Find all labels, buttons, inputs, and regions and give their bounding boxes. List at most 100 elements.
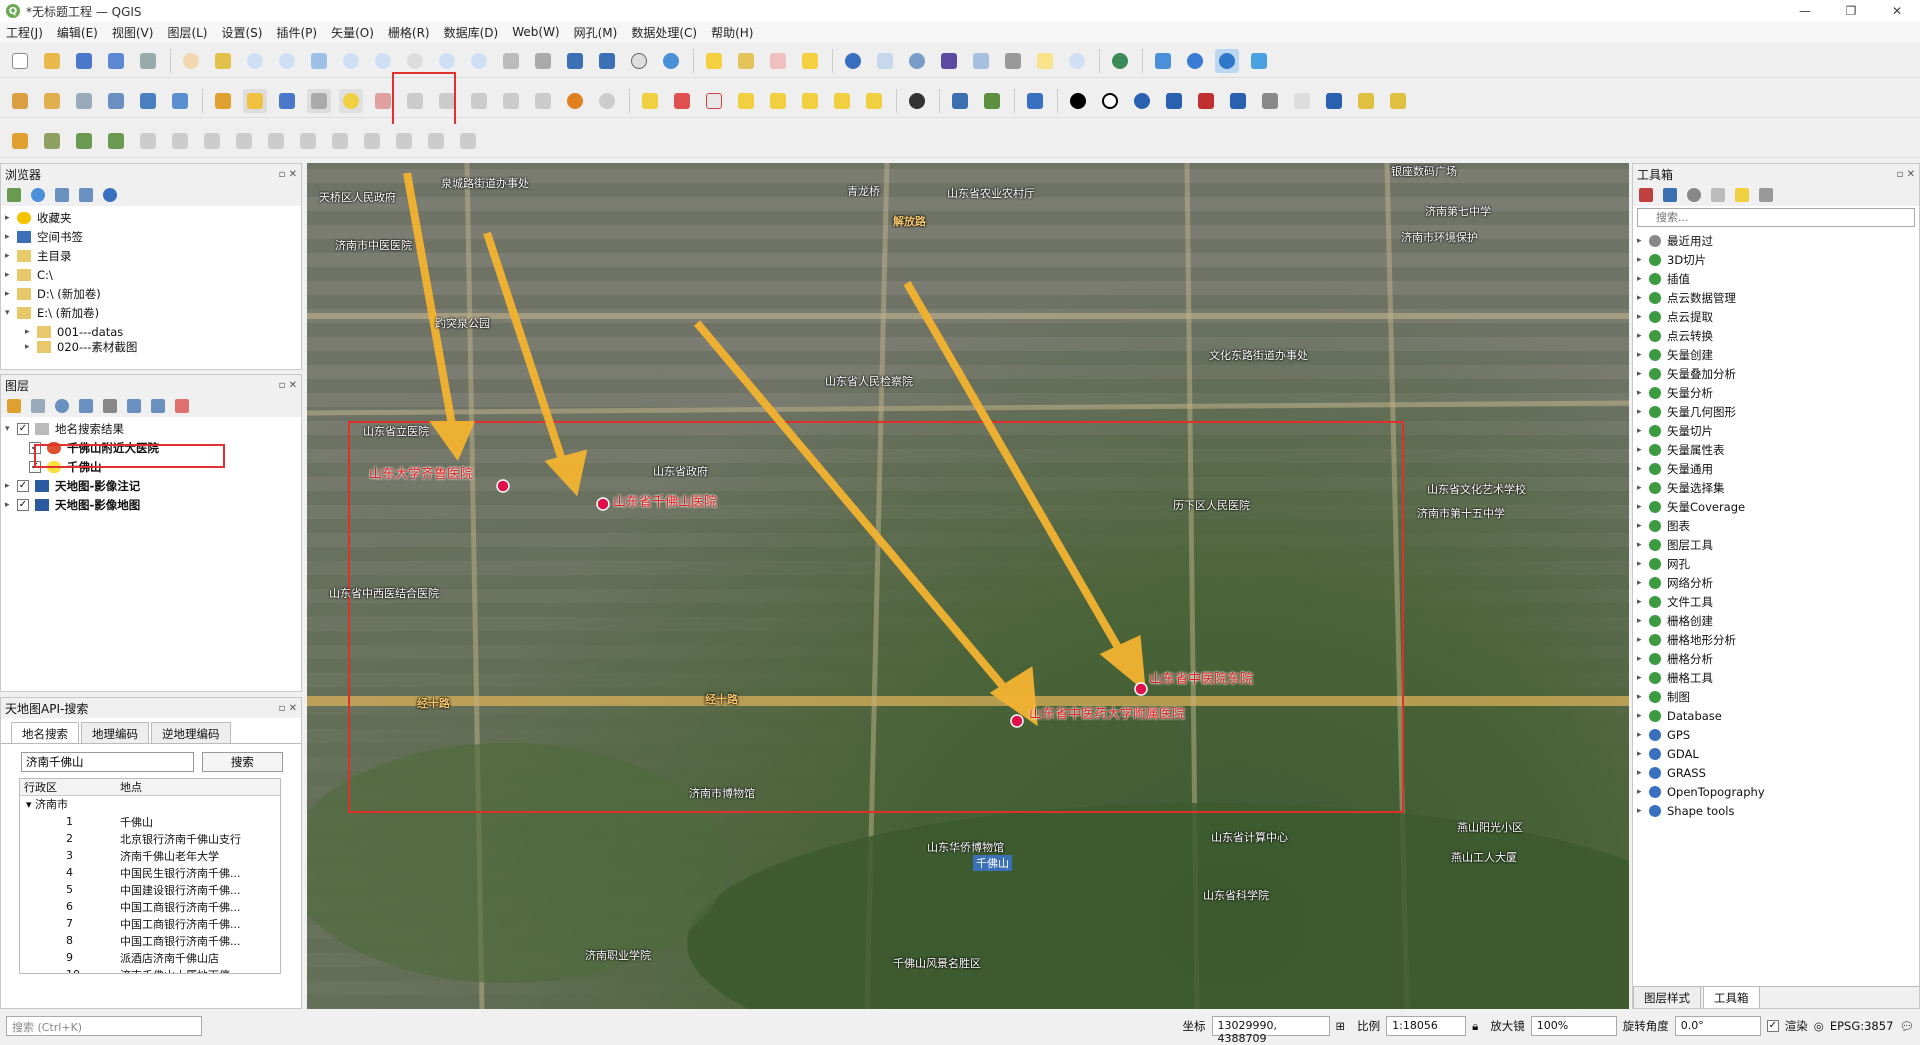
zoom-selection-icon[interactable] [339, 49, 363, 73]
expand-arrow-icon[interactable]: ▸ [1637, 711, 1649, 721]
edit-pencil-icon[interactable] [211, 89, 235, 113]
table-row[interactable]: 10济南千佛山大厦地下停... [20, 966, 280, 973]
table-row[interactable]: 6 中国工商银行济南千佛... [20, 898, 280, 915]
new-map-view-icon[interactable] [499, 49, 523, 73]
label-change-icon[interactable] [862, 89, 886, 113]
menu-settings[interactable]: 设置(S) [222, 24, 263, 41]
processing-toolbox-icon[interactable] [905, 49, 929, 73]
toolbox-item[interactable]: ▸ 矢量Coverage [1637, 497, 1915, 516]
black-circle-icon[interactable] [1066, 89, 1090, 113]
transform-icon[interactable] [456, 129, 480, 153]
toolbox-item[interactable]: ▸ 制图 [1637, 687, 1915, 706]
path-tool-icon[interactable] [1226, 89, 1250, 113]
add-line-icon[interactable] [307, 88, 331, 113]
menu-edit[interactable]: 编辑(E) [57, 24, 98, 41]
add-vector-icon[interactable] [168, 89, 192, 113]
toolbox-item[interactable]: ▸ 矢量选择集 [1637, 478, 1915, 497]
minimize-button[interactable]: — [1782, 0, 1828, 22]
split-parts-icon[interactable] [360, 129, 384, 153]
menu-vector[interactable]: 矢量(O) [331, 24, 374, 41]
expand-arrow-icon[interactable]: ▸ [1637, 787, 1649, 797]
menu-mesh[interactable]: 网孔(M) [574, 24, 618, 41]
redo-icon[interactable] [595, 89, 619, 113]
collapse-layers-icon[interactable] [151, 399, 165, 413]
table-row[interactable]: 5 中国建设银行济南千佛... [20, 881, 280, 898]
toolbox-item[interactable]: ▸ 最近用过 [1637, 231, 1915, 250]
close-button[interactable]: ✕ [1874, 0, 1920, 22]
expand-arrow-icon[interactable]: ▸ [1637, 331, 1649, 341]
expand-arrow-icon[interactable]: ▸ [1637, 521, 1649, 531]
save-as-icon[interactable] [104, 49, 128, 73]
expand-arrow-icon[interactable]: ▸ [1637, 502, 1649, 512]
toolbox-item[interactable]: ▸ 点云数据管理 [1637, 288, 1915, 307]
expand-arrow-icon[interactable]: ▸ [1637, 255, 1649, 265]
menu-layer[interactable]: 图层(L) [167, 24, 207, 41]
new-scratch-layer-icon[interactable] [104, 89, 128, 113]
diagram-icon[interactable] [734, 89, 758, 113]
remove-layer-icon[interactable] [175, 399, 189, 413]
reverse-line-icon[interactable] [424, 129, 448, 153]
manage-theme-icon[interactable] [55, 399, 69, 413]
toolbox-item[interactable]: ▸ 网孔 [1637, 554, 1915, 573]
toolbox-item[interactable]: ▸ 文件工具 [1637, 592, 1915, 611]
browser-item-e-drive[interactable]: ▾ E:\ (新加卷) [5, 303, 297, 322]
toolbox-item[interactable]: ▸ Database [1637, 706, 1915, 725]
expand-all-icon[interactable] [127, 399, 141, 413]
curve-tool-icon[interactable] [1130, 89, 1154, 113]
toolbox-item[interactable]: ▸ 网络分析 [1637, 573, 1915, 592]
expand-arrow-icon[interactable]: ▸ [1637, 407, 1649, 417]
new-shapefile-icon[interactable] [72, 89, 96, 113]
pan-to-selection-icon[interactable] [211, 49, 235, 73]
lock-icon[interactable]: 🔒︎ [1472, 1019, 1478, 1034]
browser-item-c-drive[interactable]: ▸ C:\ [5, 265, 297, 284]
add-selected-icon[interactable] [7, 188, 21, 202]
new-geopackage-icon[interactable] [40, 89, 64, 113]
layer-styling-icon[interactable] [1151, 49, 1175, 73]
new-project-icon[interactable] [8, 49, 32, 73]
new-3d-view-icon[interactable] [531, 49, 555, 73]
zoom-full-icon[interactable] [307, 49, 331, 73]
expand-arrow-icon[interactable]: ▸ [1637, 616, 1649, 626]
expand-arrow-icon[interactable]: ▸ [1637, 464, 1649, 474]
expand-arrow-icon[interactable]: ▸ [1637, 369, 1649, 379]
menu-web[interactable]: Web(W) [512, 25, 559, 39]
toolbox-item[interactable]: ▸ 矢量分析 [1637, 383, 1915, 402]
expand-arrow-icon[interactable]: ▸ [1637, 293, 1649, 303]
layer-checkbox[interactable]: ✓ [17, 498, 29, 511]
measure-icon[interactable] [1001, 49, 1025, 73]
filter-expression-icon[interactable] [103, 399, 117, 413]
label-move-icon[interactable] [798, 89, 822, 113]
browser-item-folder[interactable]: ▸ 001---datas [5, 322, 297, 341]
ruler-icon[interactable] [1258, 89, 1282, 113]
layer-checkbox[interactable]: ✓ [17, 479, 29, 492]
data-source-manager-icon[interactable] [8, 89, 32, 113]
status-search-input[interactable]: 搜索 (Ctrl+K) [6, 1016, 202, 1036]
collapse-all-icon[interactable] [79, 188, 93, 202]
panel-close-icon[interactable]: ▫ ✕ [279, 169, 297, 180]
merge-icon[interactable] [136, 129, 160, 153]
delete-ring-icon[interactable] [296, 129, 320, 153]
history-icon[interactable] [1687, 188, 1701, 202]
toolbox-item[interactable]: ▸ 矢量通用 [1637, 459, 1915, 478]
table-row[interactable]: 7 中国工商银行济南千佛... [20, 915, 280, 932]
browser-item-d-drive[interactable]: ▸ D:\ (新加卷) [5, 284, 297, 303]
settings-gear-icon[interactable] [1183, 49, 1207, 73]
expand-arrow-icon[interactable]: ▸ [1637, 635, 1649, 645]
options-icon[interactable] [1759, 188, 1773, 202]
magnifier-field[interactable]: 100% [1530, 1016, 1617, 1036]
label-pin-icon[interactable] [702, 89, 726, 113]
add-raster-icon[interactable] [136, 89, 160, 113]
expand-arrow-icon[interactable]: ▸ [1637, 426, 1649, 436]
zoom-next-icon[interactable] [467, 49, 491, 73]
line-tool-icon[interactable] [1162, 89, 1186, 113]
table-row[interactable]: 3 济南千佛山老年大学 [20, 847, 280, 864]
intersect-tool-icon[interactable] [1194, 89, 1218, 113]
toolbox-item[interactable]: ▸ 图表 [1637, 516, 1915, 535]
coord-field[interactable]: 13029990, 4388709 [1211, 1016, 1330, 1045]
menu-database[interactable]: 数据库(D) [444, 24, 499, 41]
models-icon[interactable] [1639, 188, 1653, 202]
toolbox-item[interactable]: ▸ 图层工具 [1637, 535, 1915, 554]
table-row[interactable]: 2 北京银行济南千佛山支行 [20, 830, 280, 847]
expand-arrow-icon[interactable]: ▸ [1637, 274, 1649, 284]
add-vertex-icon[interactable] [40, 129, 64, 153]
